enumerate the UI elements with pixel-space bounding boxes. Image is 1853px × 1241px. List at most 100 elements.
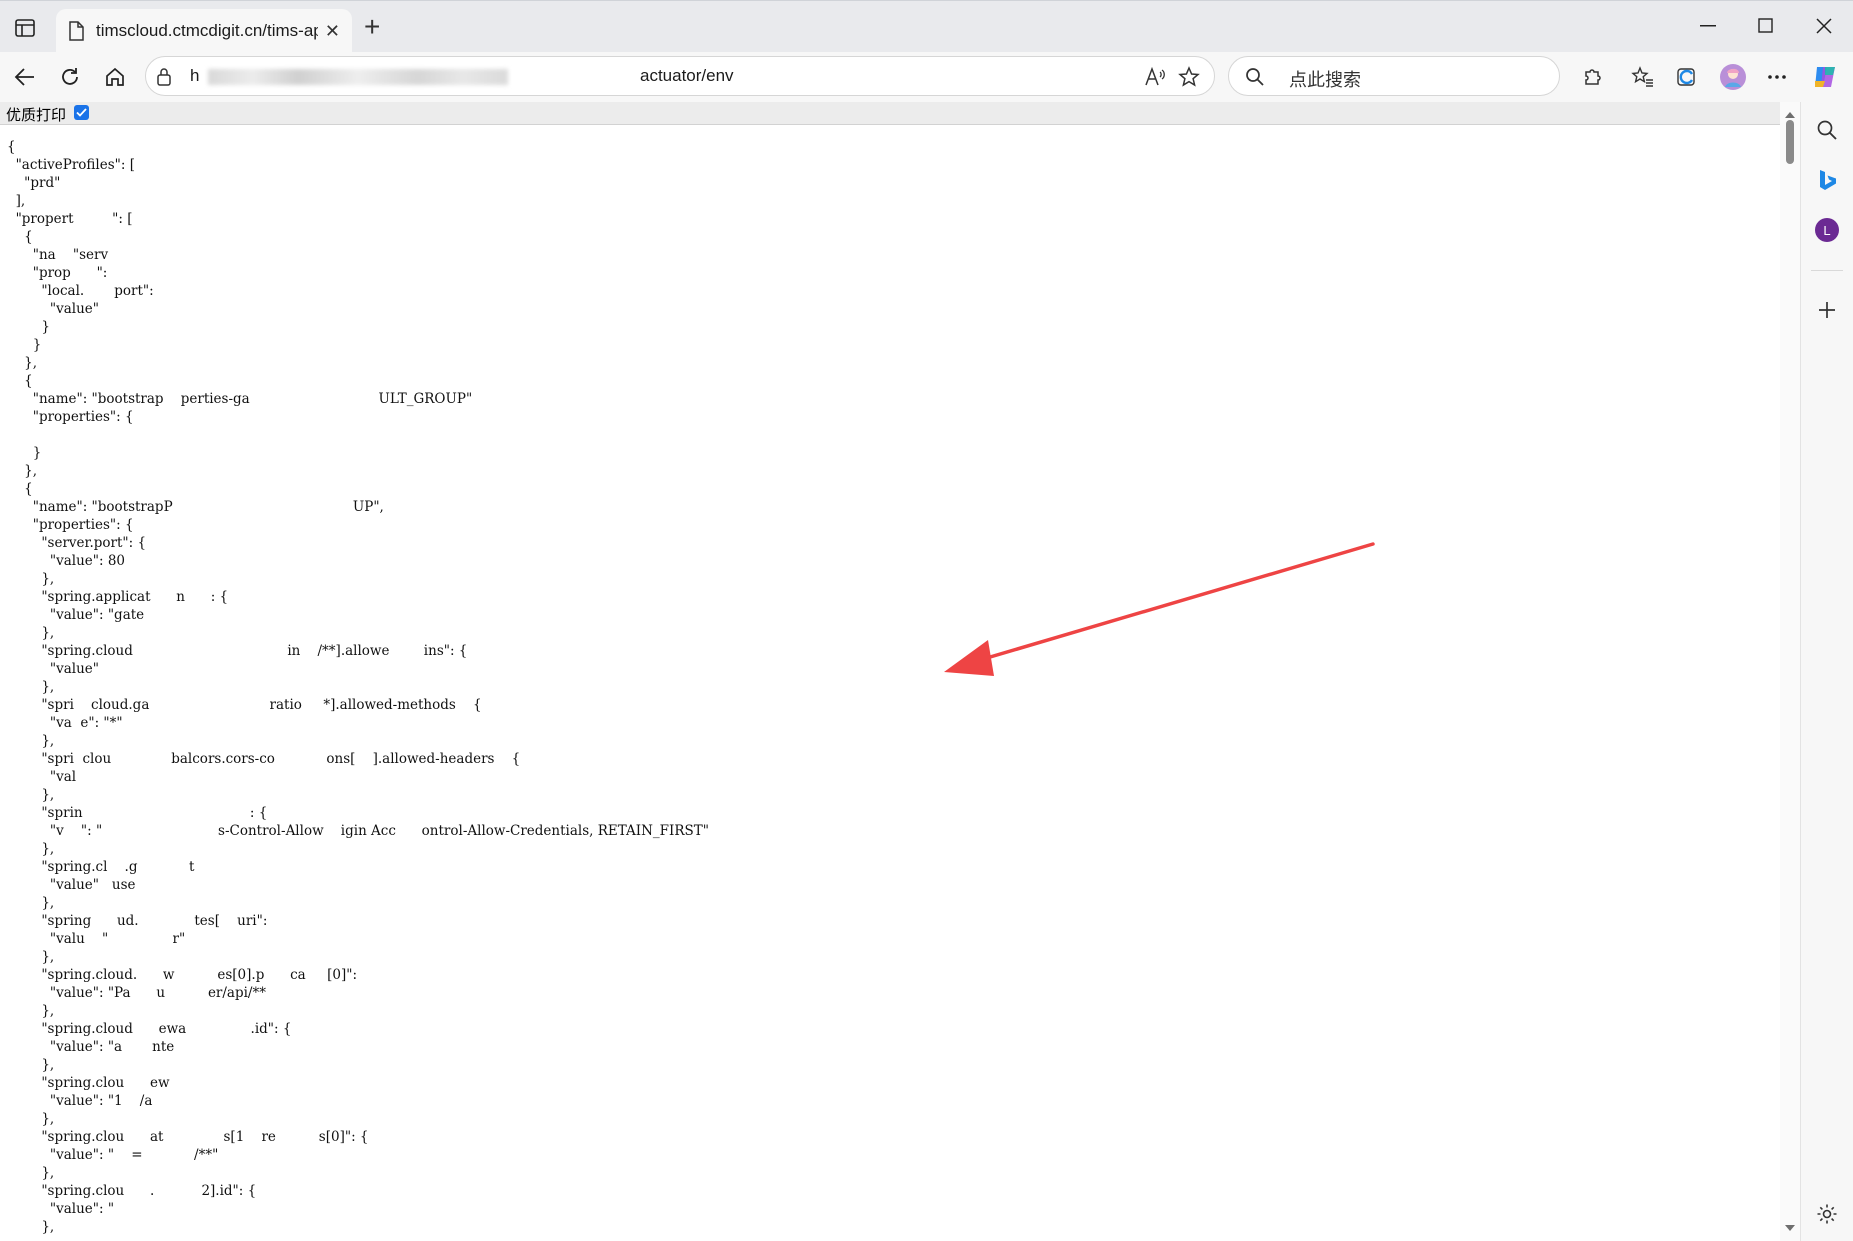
json-line: }, [7,787,55,803]
json-line: "prd" [7,175,61,191]
json-line: "valu " r" [7,931,186,947]
json-line: } [7,337,42,353]
json-line: }, [7,355,38,371]
collections-icon[interactable] [1672,62,1702,92]
json-line: "value" use [7,877,136,893]
json-line: "spring.applicat n : { [7,589,229,605]
print-option-bar: 优质打印 [0,102,1780,125]
json-line [7,426,709,444]
print-option-checkbox[interactable] [74,105,89,120]
sidebar-settings-icon[interactable] [1813,1200,1841,1228]
json-line: "spring.cloud ewa .id": { [7,1021,292,1037]
json-line: }, [7,1057,55,1073]
url-prefix: h [190,66,200,85]
json-line: "v ": " s-Control-Allow igin Acc ontrol-… [7,823,709,839]
json-line: "server.port": { [7,535,147,551]
url-redacted [208,69,508,85]
close-tab-icon[interactable]: ✕ [325,21,340,42]
browser-tab[interactable]: timscloud.ctmcdigit.cn/tims-api/a ✕ [56,9,352,53]
lock-icon[interactable] [156,67,172,92]
search-box[interactable]: 点此搜索 [1228,56,1560,96]
url-path: actuator/env [640,66,734,85]
more-menu-icon[interactable] [1762,62,1792,92]
json-line: "value": 80 [7,553,126,569]
json-line: "spring.clou at s[1 re s[0]": { [7,1129,369,1145]
json-line: } [7,319,50,335]
json-line: }, [7,625,55,641]
favorite-star-icon[interactable] [1178,66,1200,93]
browser-toolbar: h actuator/env 点此搜索 [0,52,1853,102]
json-line: "spri clou balcors.cors-co ons[ ].allowe… [7,751,521,767]
json-line: "value" [7,301,100,317]
json-line: }, [7,679,55,695]
json-line: "value" [7,661,100,677]
minimize-icon[interactable] [1680,11,1736,41]
json-line: "spring.cloud. w es[0].p ca [0]": [7,967,358,983]
json-line: "sprin : { [7,805,268,821]
search-placeholder: 点此搜索 [1289,70,1361,90]
search-icon [1245,67,1265,92]
json-line: { [7,139,16,155]
new-tab-icon[interactable]: + [364,13,380,41]
json-line: }, [7,463,38,479]
json-line: "propert ": [ [7,211,133,227]
json-line: "value": "a nte [7,1039,175,1055]
close-window-icon[interactable] [1796,11,1852,41]
json-line: "value": "1 /a [7,1093,153,1109]
json-line: "na "serv [7,247,109,263]
json-line: }, [7,1219,55,1235]
json-line: }, [7,1111,55,1127]
json-line: }, [7,733,55,749]
json-line: ], [7,193,26,209]
bing-icon[interactable] [1813,166,1841,194]
json-line: "properties": { [7,409,134,425]
json-line: "name": "bootstrap perties-ga ULT_GROUP" [7,391,473,407]
extensions-icon[interactable] [1578,62,1608,92]
json-line: "spring.cloud in /**].allowe ins": { [7,643,468,659]
sidebar-divider [1811,270,1843,271]
read-aloud-icon[interactable] [1144,66,1166,92]
refresh-icon[interactable] [55,62,85,92]
tab-title: timscloud.ctmcdigit.cn/tims-api/a [96,21,318,40]
home-icon[interactable] [100,62,130,92]
scroll-down-icon[interactable] [1784,1219,1796,1237]
add-sidebar-app-icon[interactable] [1813,296,1841,324]
json-line: "spring.clou . 2].id": { [7,1183,257,1199]
back-icon[interactable] [10,62,40,92]
json-line: } [7,445,42,461]
json-line: }, [7,895,55,911]
json-line: "activeProfiles": [ [7,157,135,173]
json-document: { "activeProfiles": [ "prd" ], "propert … [7,138,709,1236]
json-line: }, [7,1165,55,1181]
favorites-icon[interactable] [1628,62,1658,92]
tab-actions-icon[interactable] [10,15,40,41]
json-line: "va e": "*" [7,715,123,731]
scrollbar-thumb[interactable] [1786,120,1794,164]
json-line: }, [7,841,55,857]
maximize-icon[interactable] [1738,11,1794,41]
json-line: "spring.clou ew [7,1075,230,1091]
title-bar: timscloud.ctmcdigit.cn/tims-api/a ✕ + [0,0,1853,53]
json-line: }, [7,571,55,587]
browser-sidebar: L [1800,102,1853,1241]
sidebar-avatar-letter: L [1823,223,1830,238]
json-line: "value": " = /**" [7,1147,219,1163]
profile-avatar[interactable] [1718,62,1748,92]
json-line: }, [7,1003,55,1019]
json-line: "value": "gate [7,607,145,623]
json-line: "prop ": [7,265,108,281]
vertical-scrollbar[interactable] [1780,102,1800,1241]
json-line: "spring.cl .g t [7,859,195,875]
outlook-l-icon[interactable]: L [1813,216,1841,244]
address-bar[interactable]: h actuator/env [145,56,1215,96]
json-line: "properties": { [7,517,134,533]
sidebar-search-icon[interactable] [1813,116,1841,144]
page-icon [68,21,84,46]
json-line: "spri cloud.ga ratio *].allowed-methods … [7,697,482,713]
json-line: { [7,373,33,389]
json-line: "value": "Pa u er/api/** [7,985,266,1001]
copilot-icon[interactable] [1810,62,1840,92]
json-line: "name": "bootstrapP UP", [7,499,384,515]
json-line: "value": " [7,1201,115,1217]
print-option-label: 优质打印 [6,107,67,124]
